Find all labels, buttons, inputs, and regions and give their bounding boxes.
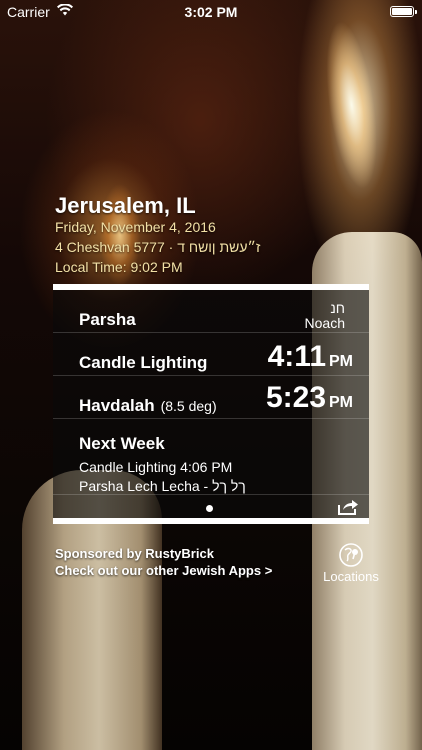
havdalah-time: 5:23 PM bbox=[266, 381, 353, 415]
battery-icon bbox=[390, 6, 417, 17]
zmanim-panel: Parsha חנ Noach Candle Lighting 4:11 PM H… bbox=[53, 284, 369, 524]
status-bar: Carrier 3:02 PM bbox=[0, 0, 422, 24]
havdalah-label-text: Havdalah bbox=[79, 396, 155, 415]
havdalah-row: Havdalah (8.5 deg) 5:23 PM bbox=[53, 375, 369, 419]
candle-lighting-time: 4:11 PM bbox=[268, 340, 353, 374]
other-apps-link[interactable]: Check out our other Jewish Apps > bbox=[55, 563, 272, 578]
page-dot-icon[interactable] bbox=[206, 505, 213, 512]
havdalah-label: Havdalah (8.5 deg) bbox=[79, 396, 217, 416]
havdalah-time-value: 5:23 bbox=[265, 381, 326, 414]
globe-pin-icon bbox=[338, 542, 364, 568]
location-hebrew-date: 4 Cheshvan 5777 · ז״עשת ןושח ד bbox=[55, 239, 261, 255]
parsha-value: חנ Noach bbox=[305, 301, 345, 331]
share-icon[interactable] bbox=[337, 496, 359, 516]
candle-lighting-row: Candle Lighting 4:11 PM bbox=[53, 332, 369, 376]
next-week-row: Next Week Candle Lighting 4:06 PM Parsha… bbox=[53, 418, 369, 495]
candle-lighting-time-value: 4:11 bbox=[267, 340, 326, 373]
next-week-candle-lighting: Candle Lighting 4:06 PM bbox=[79, 459, 233, 475]
location-local-time: Local Time: 9:02 PM bbox=[55, 259, 183, 275]
next-week-parsha: Parsha Lech Lecha - ךל ךל bbox=[79, 478, 246, 494]
candle-lighting-ampm: PM bbox=[329, 353, 353, 370]
havdalah-degrees: (8.5 deg) bbox=[160, 398, 217, 414]
parsha-hebrew: חנ bbox=[330, 300, 345, 316]
parsha-row: Parsha חנ Noach bbox=[53, 290, 369, 333]
parsha-label: Parsha bbox=[79, 310, 136, 329]
status-time: 3:02 PM bbox=[184, 4, 238, 20]
next-week-label: Next Week bbox=[79, 434, 165, 453]
candle-lighting-label: Candle Lighting bbox=[79, 353, 208, 372]
locations-button[interactable]: Locations bbox=[316, 542, 386, 584]
locations-label: Locations bbox=[323, 569, 379, 584]
parsha-english: Noach bbox=[304, 315, 345, 331]
location-title: Jerusalem, IL bbox=[55, 193, 196, 218]
location-date: Friday, November 4, 2016 bbox=[55, 219, 216, 235]
candle-flame-right bbox=[307, 0, 397, 219]
havdalah-ampm: PM bbox=[329, 394, 353, 411]
sponsor-text: Sponsored by RustyBrick bbox=[55, 546, 214, 561]
